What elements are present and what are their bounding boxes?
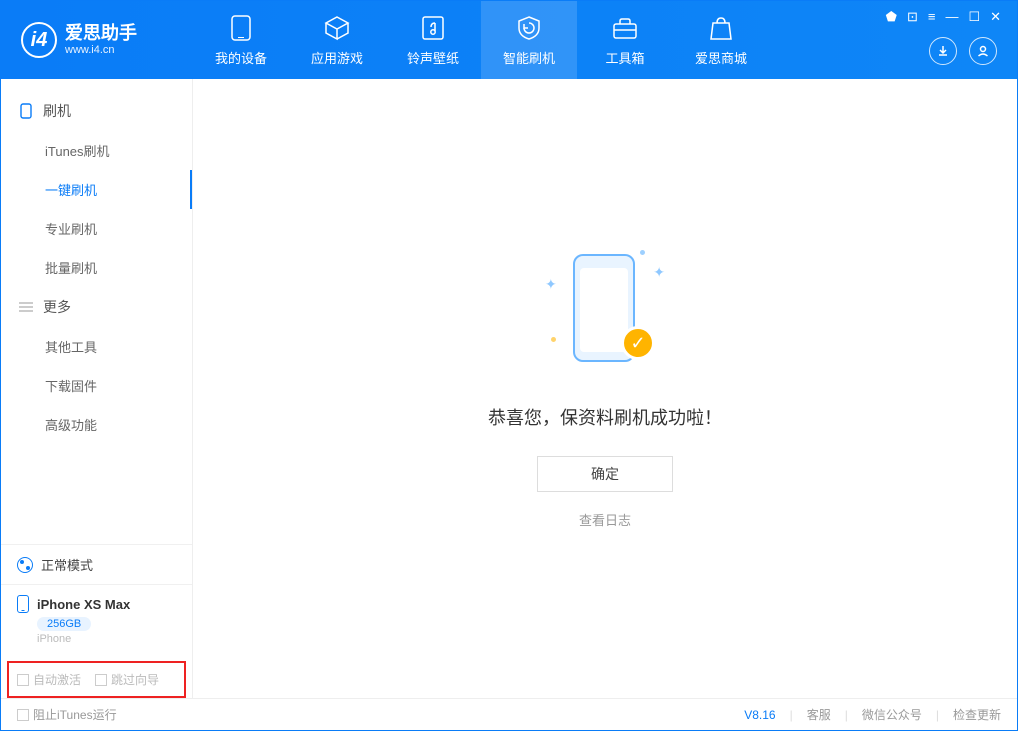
storage-badge: 256GB [37, 617, 91, 631]
sparkle-icon: ✦ [653, 264, 665, 281]
success-illustration: ✦ ✦ ✓ [545, 248, 665, 378]
section-more-title: 更多 [1, 287, 192, 327]
tab-store[interactable]: 爱思商城 [673, 1, 769, 79]
mode-icon [17, 557, 33, 573]
tab-my-device[interactable]: 我的设备 [193, 1, 289, 79]
minimize-icon[interactable]: — [945, 9, 958, 25]
ok-button[interactable]: 确定 [537, 456, 673, 492]
tab-toolbox[interactable]: 工具箱 [577, 1, 673, 79]
cube-icon [323, 14, 351, 42]
support-link[interactable]: 客服 [807, 706, 831, 723]
sidebar-item-pro[interactable]: 专业刷机 [1, 209, 192, 248]
dot-icon [551, 337, 556, 342]
device-icon [227, 14, 255, 42]
update-link[interactable]: 检查更新 [953, 706, 1001, 723]
sidebar-item-firmware[interactable]: 下载固件 [1, 366, 192, 405]
device-small-icon [17, 595, 29, 613]
close-icon[interactable]: ✕ [990, 9, 1001, 25]
sidebar-item-itunes[interactable]: iTunes刷机 [1, 131, 192, 170]
footer: 阻止iTunes运行 V8.16 | 客服 | 微信公众号 | 检查更新 [1, 698, 1017, 730]
wechat-link[interactable]: 微信公众号 [862, 706, 922, 723]
feedback-icon[interactable]: ⊡ [907, 9, 918, 25]
app-title: 爱思助手 [65, 24, 137, 44]
version-label: V8.16 [744, 708, 775, 722]
maximize-icon[interactable]: ☐ [968, 9, 980, 25]
user-button[interactable] [969, 37, 997, 65]
tab-flash[interactable]: 智能刷机 [481, 1, 577, 79]
block-itunes-checkbox[interactable]: 阻止iTunes运行 [17, 706, 117, 723]
section-flash-title: 刷机 [1, 91, 192, 131]
music-icon [419, 14, 447, 42]
sidebar-item-batch[interactable]: 批量刷机 [1, 248, 192, 287]
app-subtitle: www.i4.cn [65, 44, 137, 56]
nav-tabs: 我的设备 应用游戏 铃声壁纸 智能刷机 工具箱 爱思商城 [193, 1, 769, 79]
logo-icon: i4 [21, 22, 57, 58]
header: i4 爱思助手 www.i4.cn 我的设备 应用游戏 铃声壁纸 智能刷机 工具… [1, 1, 1017, 79]
sidebar-item-advanced[interactable]: 高级功能 [1, 405, 192, 444]
sidebar-item-oneclick[interactable]: 一键刷机 [1, 170, 192, 209]
sidebar: 刷机 iTunes刷机 一键刷机 专业刷机 批量刷机 更多 其他工具 下载固件 … [1, 79, 193, 698]
sparkle-icon: ✦ [545, 276, 557, 293]
shield-icon [515, 14, 543, 42]
auto-activate-checkbox[interactable]: 自动激活 [17, 671, 81, 688]
skip-guide-checkbox[interactable]: 跳过向导 [95, 671, 159, 688]
options-highlight: 自动激活 跳过向导 [7, 661, 186, 698]
main-panel: ✦ ✦ ✓ 恭喜您，保资料刷机成功啦！ 确定 查看日志 [193, 79, 1017, 698]
shirt-icon[interactable]: ⬟ [886, 9, 897, 25]
menu-icon[interactable]: ≡ [928, 9, 936, 25]
download-button[interactable] [929, 37, 957, 65]
sidebar-item-othertools[interactable]: 其他工具 [1, 327, 192, 366]
logo: i4 爱思助手 www.i4.cn [1, 22, 193, 58]
bag-icon [707, 14, 735, 42]
tab-apps[interactable]: 应用游戏 [289, 1, 385, 79]
mode-row[interactable]: 正常模式 [1, 544, 192, 584]
list-icon [19, 300, 33, 314]
device-row[interactable]: iPhone XS Max 256GB iPhone [1, 584, 192, 655]
success-message: 恭喜您，保资料刷机成功啦！ [488, 404, 722, 430]
check-icon: ✓ [621, 326, 655, 360]
window-controls: ⬟ ⊡ ≡ — ☐ ✕ [886, 9, 1001, 25]
device-type: iPhone [37, 633, 71, 645]
view-log-link[interactable]: 查看日志 [579, 510, 631, 529]
toolbox-icon [611, 14, 639, 42]
dot-icon [640, 250, 645, 255]
phone-small-icon [19, 104, 33, 118]
tab-ringtones[interactable]: 铃声壁纸 [385, 1, 481, 79]
